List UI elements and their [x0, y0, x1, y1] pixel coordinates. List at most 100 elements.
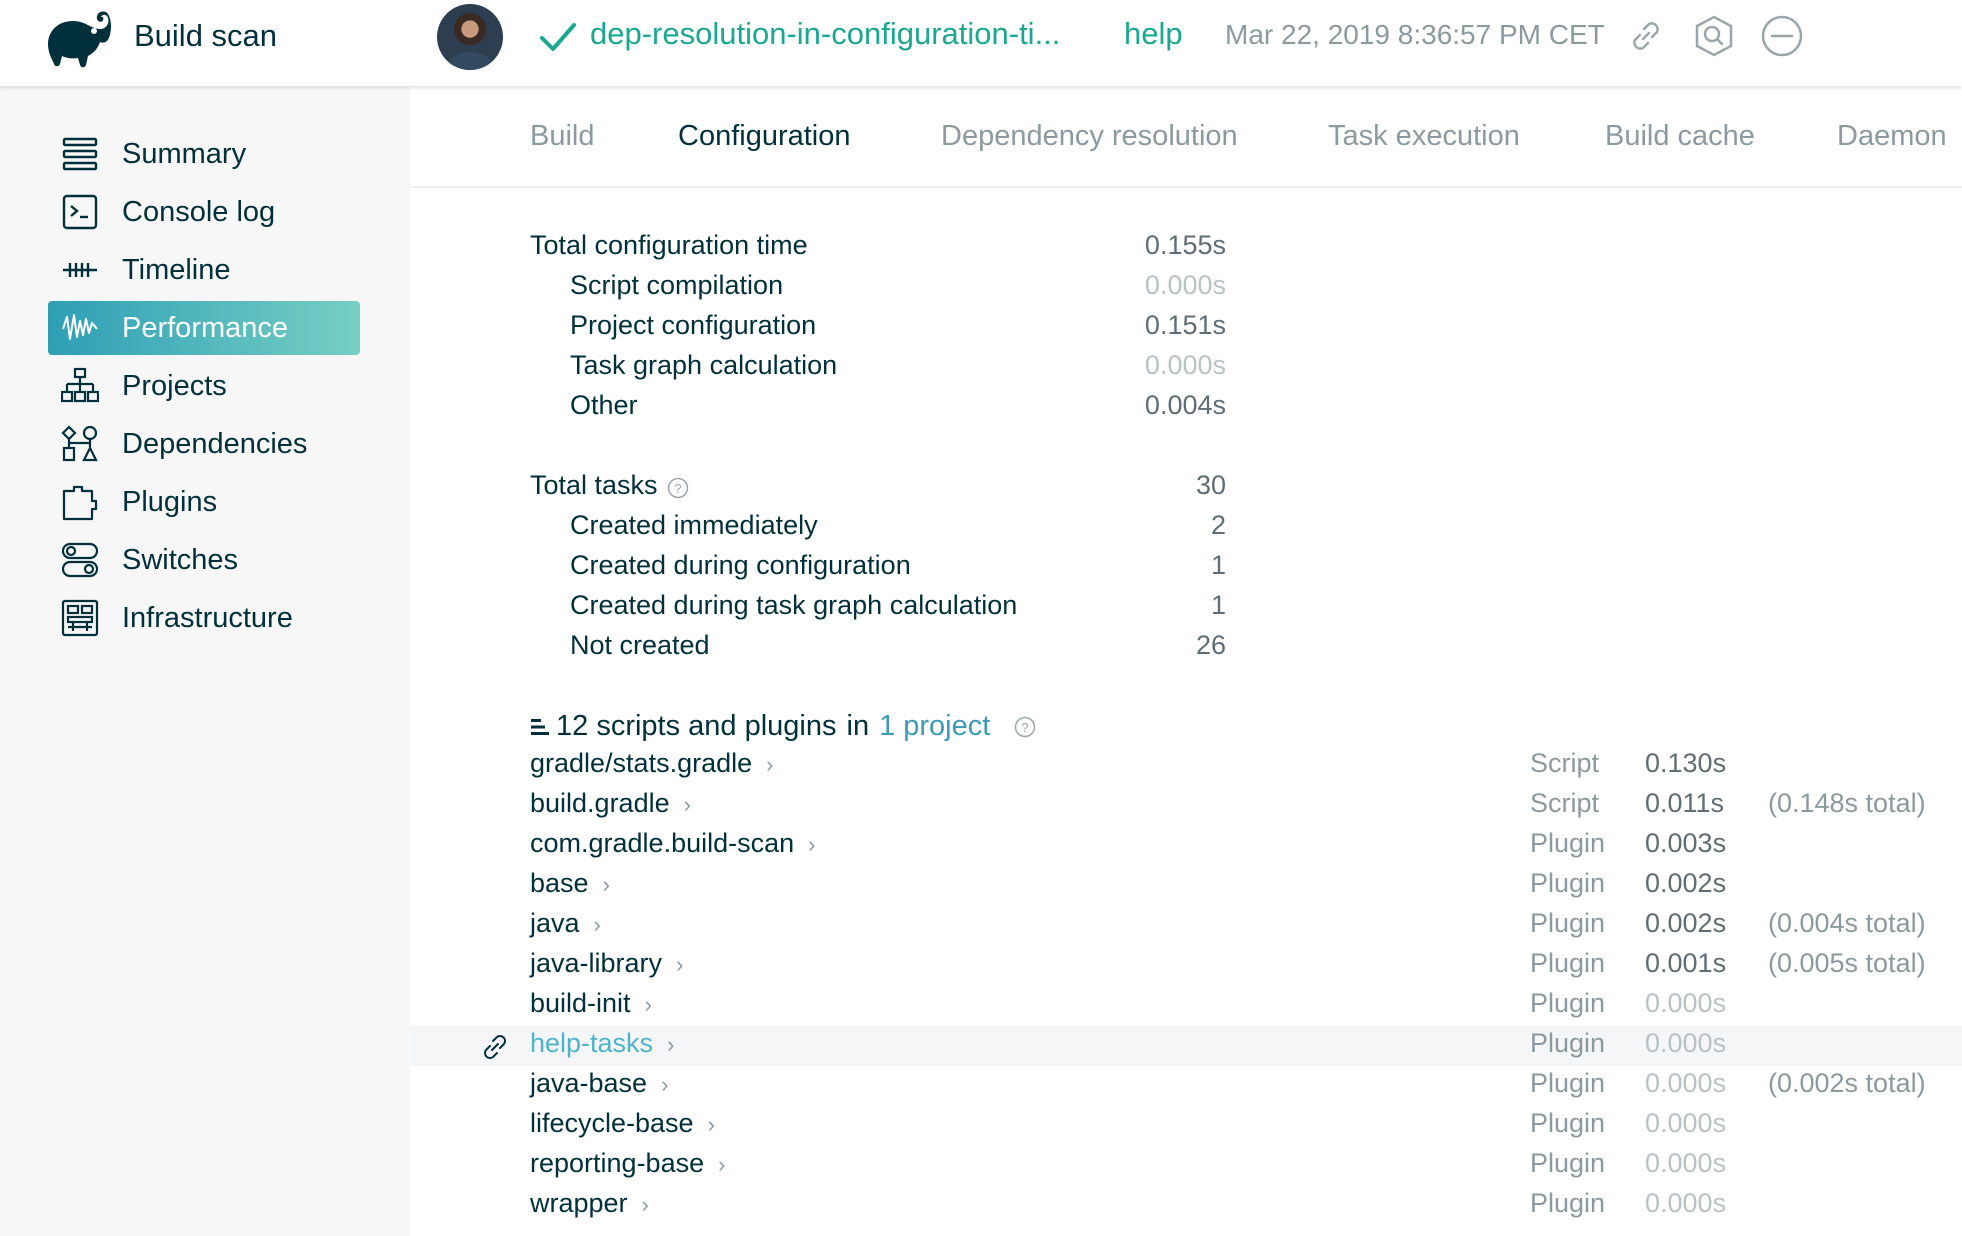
table-row[interactable]: java › Plugin 0.002s (0.004s total): [410, 906, 1962, 946]
chevron-right-icon: ›: [808, 832, 816, 857]
plugin-time: 0.000s: [1645, 988, 1727, 1018]
chevron-right-icon: ›: [718, 1152, 726, 1177]
plugin-name[interactable]: base ›: [530, 868, 610, 899]
sidebar-item-label: Dependencies: [122, 427, 308, 460]
tab-build[interactable]: Build: [530, 120, 595, 153]
metric-label: Script compilation: [570, 270, 784, 300]
link-icon[interactable]: [480, 1032, 510, 1062]
metric-value: 1: [1210, 590, 1226, 620]
plugin-total: (0.148s total): [1768, 788, 1926, 818]
summary-icon: [60, 134, 100, 174]
sidebar-item-console-log[interactable]: Console log: [48, 185, 360, 239]
chevron-right-icon: ›: [661, 1072, 669, 1097]
plugin-name[interactable]: help-tasks ›: [530, 1028, 674, 1059]
table-row[interactable]: lifecycle-base › Plugin 0.000s: [410, 1106, 1962, 1146]
table-row-highlighted[interactable]: help-tasks › Plugin 0.000s: [410, 1026, 1962, 1066]
table-row[interactable]: gradle/stats.gradle › Script 0.130s: [410, 746, 1962, 786]
sort-icon[interactable]: [530, 717, 550, 737]
metric-value: 26: [1195, 630, 1226, 660]
plugin-name[interactable]: wrapper ›: [530, 1188, 649, 1219]
timeline-icon: [60, 250, 100, 290]
sidebar: Summary Console log Timeline Performance…: [0, 86, 410, 1236]
plugin-time: 0.000s: [1645, 1028, 1727, 1058]
plugin-name[interactable]: reporting-base ›: [530, 1148, 725, 1179]
plugin-name[interactable]: java ›: [530, 908, 601, 939]
table-row[interactable]: base › Plugin 0.002s: [410, 866, 1962, 906]
chevron-right-icon: ›: [602, 872, 610, 897]
chevron-right-icon: ›: [641, 1192, 649, 1217]
plugin-type: Plugin: [1530, 1068, 1606, 1098]
plugin-name[interactable]: lifecycle-base ›: [530, 1108, 715, 1139]
sidebar-item-timeline[interactable]: Timeline: [48, 243, 360, 297]
sidebar-item-switches[interactable]: Switches: [48, 533, 360, 587]
plugin-time: 0.001s: [1645, 948, 1727, 978]
plugin-type: Plugin: [1530, 828, 1606, 858]
tab-build-cache[interactable]: Build cache: [1605, 120, 1755, 153]
plugin-time: 0.003s: [1645, 828, 1727, 858]
svg-text:?: ?: [674, 481, 681, 496]
link-icon[interactable]: [1624, 14, 1668, 58]
sidebar-item-performance[interactable]: Performance: [48, 301, 360, 355]
plugin-time: 0.000s: [1645, 1068, 1727, 1098]
plugin-type: Plugin: [1530, 868, 1606, 898]
help-icon[interactable]: ?: [667, 477, 689, 499]
sidebar-item-plugins[interactable]: Plugins: [48, 475, 360, 529]
build-name[interactable]: dep-resolution-in-configuration-ti...: [590, 16, 1060, 52]
table-row[interactable]: java-base › Plugin 0.000s (0.002s total): [410, 1066, 1962, 1106]
table-row[interactable]: build.gradle › Script 0.011s (0.148s tota…: [410, 786, 1962, 826]
sidebar-item-infrastructure[interactable]: Infrastructure: [48, 591, 360, 645]
plugin-type: Script: [1530, 788, 1600, 818]
metric-label: Created immediately: [570, 510, 818, 540]
table-row[interactable]: java-library › Plugin 0.001s (0.005s tota…: [410, 946, 1962, 986]
tab-bar: Build Configuration Dependency resolutio…: [410, 86, 1962, 188]
plugin-type: Plugin: [1530, 948, 1606, 978]
table-row[interactable]: com.gradle.build-scan › Plugin 0.003s: [410, 826, 1962, 866]
svg-text:?: ?: [1022, 720, 1029, 735]
app-title[interactable]: Build scan: [134, 18, 277, 54]
plugin-type: Plugin: [1530, 1028, 1606, 1058]
plugin-name[interactable]: com.gradle.build-scan ›: [530, 828, 815, 859]
minus-circle-icon[interactable]: [1760, 14, 1804, 58]
plugin-type: Plugin: [1530, 1148, 1606, 1178]
search-icon[interactable]: [1692, 14, 1736, 58]
performance-icon: [60, 308, 100, 348]
metric-label: Created during configuration: [570, 550, 911, 580]
plugin-name[interactable]: java-base ›: [530, 1068, 668, 1099]
chevron-right-icon: ›: [676, 952, 684, 977]
build-task[interactable]: help: [1124, 16, 1183, 52]
plugin-name[interactable]: build-init ›: [530, 988, 652, 1019]
sidebar-item-projects[interactable]: Projects: [48, 359, 360, 413]
chevron-right-icon: ›: [683, 792, 691, 817]
plugins-icon: [60, 482, 100, 522]
plugin-time: 0.002s: [1645, 908, 1727, 938]
table-row[interactable]: reporting-base › Plugin 0.000s: [410, 1146, 1962, 1186]
plugin-name[interactable]: gradle/stats.gradle ›: [530, 748, 773, 779]
sidebar-item-label: Switches: [122, 543, 239, 576]
tab-daemon[interactable]: Daemon: [1837, 120, 1947, 153]
sidebar-item-summary[interactable]: Summary: [48, 127, 360, 181]
tab-task-execution[interactable]: Task execution: [1328, 120, 1520, 153]
total-configuration-time-label: Total configuration time: [530, 230, 808, 260]
sidebar-item-label: Performance: [122, 311, 289, 344]
tab-dependency-resolution[interactable]: Dependency resolution: [941, 120, 1238, 153]
metric-value: 0.000s: [1144, 270, 1226, 300]
sidebar-item-label: Infrastructure: [122, 601, 293, 634]
sidebar-item-dependencies[interactable]: Dependencies: [48, 417, 360, 471]
plugin-time: 0.011s: [1645, 788, 1725, 818]
infrastructure-icon: [60, 598, 100, 638]
project-link[interactable]: 1 project: [879, 710, 990, 743]
table-row[interactable]: wrapper › Plugin 0.000s: [410, 1186, 1962, 1226]
table-row[interactable]: build-init › Plugin 0.000s: [410, 986, 1962, 1026]
scripts-section-heading: 12 scripts and plugins in 1 project ?: [530, 710, 1036, 743]
total-configuration-time-value: 0.155s: [1144, 230, 1226, 260]
plugin-time: 0.130s: [1645, 748, 1727, 778]
help-icon[interactable]: ?: [1014, 716, 1036, 738]
tab-configuration[interactable]: Configuration: [678, 120, 851, 153]
plugin-name[interactable]: java-library ›: [530, 948, 683, 979]
console-icon: [60, 192, 100, 232]
plugin-name[interactable]: build.gradle ›: [530, 788, 691, 819]
switches-icon: [60, 540, 100, 580]
gradle-elephant-logo[interactable]: [44, 6, 122, 70]
sidebar-item-label: Summary: [122, 137, 247, 170]
avatar[interactable]: [437, 4, 503, 70]
